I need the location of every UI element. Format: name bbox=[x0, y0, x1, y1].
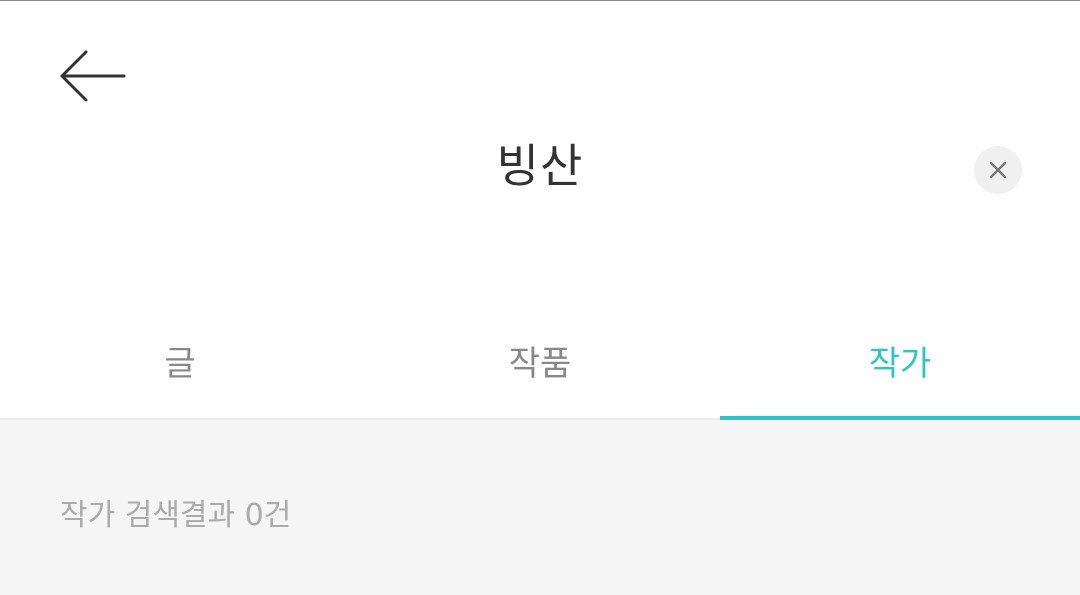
clear-search-button[interactable] bbox=[974, 146, 1022, 194]
search-tabs: 글 작품 작가 bbox=[0, 301, 1080, 420]
search-query-text[interactable]: 빙산 bbox=[0, 121, 1080, 211]
tab-authors[interactable]: 작가 bbox=[720, 301, 1080, 420]
search-results: 작가 검색결과 0건 bbox=[0, 420, 1080, 595]
tab-label: 글 bbox=[164, 344, 196, 384]
result-count-text: 작가 검색결과 0건 bbox=[60, 498, 292, 533]
arrow-left-icon bbox=[60, 50, 126, 102]
tab-works[interactable]: 작품 bbox=[360, 301, 720, 418]
close-icon bbox=[990, 162, 1006, 178]
tab-posts[interactable]: 글 bbox=[0, 301, 360, 418]
back-button[interactable] bbox=[52, 41, 132, 111]
search-header: 빙산 bbox=[0, 1, 1080, 301]
tab-label: 작가 bbox=[868, 344, 932, 384]
tab-label: 작품 bbox=[508, 344, 572, 384]
